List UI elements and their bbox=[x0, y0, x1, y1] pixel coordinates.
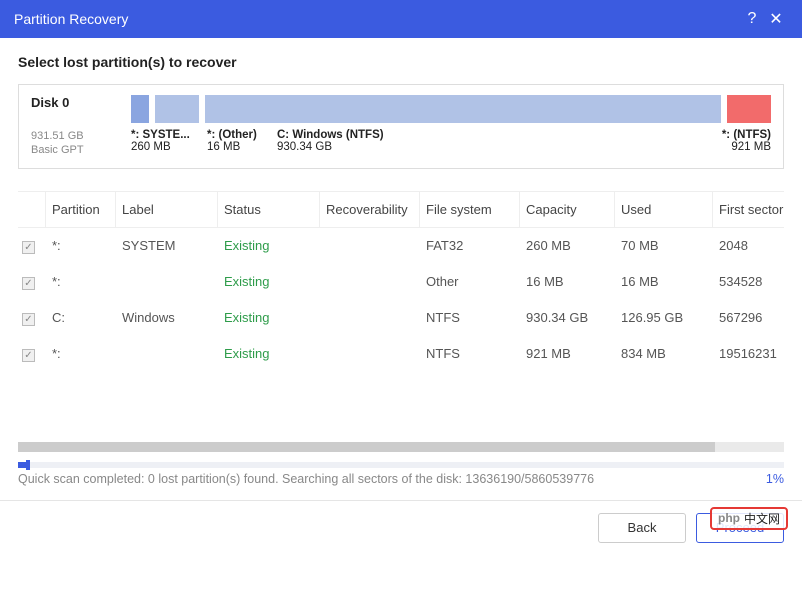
disk-card: Disk 0 931.51 GB Basic GPT *: SYSTE... 2… bbox=[18, 84, 784, 169]
row-checkbox[interactable]: ✓ bbox=[18, 274, 46, 290]
table-header: Partition Label Status Recoverability Fi… bbox=[18, 192, 784, 228]
col-partition[interactable]: Partition bbox=[46, 192, 116, 227]
col-first-sector[interactable]: First sector bbox=[713, 192, 784, 227]
progress-fill bbox=[18, 462, 26, 468]
watermark-logo: php bbox=[718, 511, 740, 525]
col-filesystem[interactable]: File system bbox=[420, 192, 520, 227]
cell-capacity: 16 MB bbox=[520, 274, 615, 289]
scrollbar-thumb[interactable] bbox=[18, 442, 715, 452]
progress-knob bbox=[26, 460, 30, 470]
disk-bar: Disk 0 bbox=[31, 95, 771, 123]
cell-filesystem: FAT32 bbox=[420, 238, 520, 253]
page-subtitle: Select lost partition(s) to recover bbox=[18, 54, 784, 70]
cell-label: Windows bbox=[116, 310, 218, 325]
watermark: php 中文网 bbox=[710, 507, 788, 530]
cell-first-sector: 2048 bbox=[713, 238, 784, 253]
col-recoverability[interactable]: Recoverability bbox=[320, 192, 420, 227]
col-checkbox bbox=[18, 192, 46, 227]
cell-filesystem: NTFS bbox=[420, 346, 520, 361]
cell-used: 126.95 GB bbox=[615, 310, 713, 325]
table-row[interactable]: ✓*: Existing NTFS921 MB834 MB19516231 bbox=[18, 336, 784, 372]
cell-capacity: 921 MB bbox=[520, 346, 615, 361]
content-area: Select lost partition(s) to recover Disk… bbox=[0, 38, 802, 486]
disk-info: Disk 0 bbox=[31, 95, 131, 123]
progress-bar bbox=[18, 462, 784, 468]
watermark-text: 中文网 bbox=[744, 510, 780, 527]
cell-status: Existing bbox=[218, 346, 320, 361]
table-row[interactable]: ✓*:SYSTEMExisting FAT32260 MB70 MB2048 bbox=[18, 228, 784, 264]
cell-filesystem: Other bbox=[420, 274, 520, 289]
col-label[interactable]: Label bbox=[116, 192, 218, 227]
segment-label: C: Windows (NTFS) 930.34 GB bbox=[277, 129, 709, 158]
cell-status: Existing bbox=[218, 310, 320, 325]
segment-label: *: (Other) 16 MB bbox=[207, 129, 271, 158]
disk-name: Disk 0 bbox=[31, 95, 131, 110]
table-row[interactable]: ✓*:ExistingOther16 MB16 MB534528 bbox=[18, 264, 784, 300]
status-line: Quick scan completed: 0 lost partition(s… bbox=[18, 472, 784, 486]
row-checkbox[interactable]: ✓ bbox=[18, 310, 46, 326]
horizontal-scrollbar[interactable] bbox=[18, 442, 784, 452]
disk-meta: 931.51 GB Basic GPT bbox=[31, 129, 131, 158]
cell-first-sector: 567296 bbox=[713, 310, 784, 325]
titlebar: Partition Recovery ? ✕ bbox=[0, 0, 802, 38]
cell-used: 834 MB bbox=[615, 346, 713, 361]
cell-capacity: 260 MB bbox=[520, 238, 615, 253]
status-percent: 1% bbox=[766, 472, 784, 486]
segment-label: *: (NTFS) 921 MB bbox=[715, 129, 771, 158]
cell-capacity: 930.34 GB bbox=[520, 310, 615, 325]
col-status[interactable]: Status bbox=[218, 192, 320, 227]
cell-partition: *: bbox=[46, 346, 116, 361]
cell-status: Existing bbox=[218, 274, 320, 289]
disk-segment[interactable] bbox=[155, 95, 199, 123]
cell-label: SYSTEM bbox=[116, 238, 218, 253]
cell-used: 70 MB bbox=[615, 238, 713, 253]
col-used[interactable]: Used bbox=[615, 192, 713, 227]
cell-status: Existing bbox=[218, 238, 320, 253]
table-row[interactable]: ✓C:WindowsExisting NTFS930.34 GB126.95 GB… bbox=[18, 300, 784, 336]
disk-segment[interactable] bbox=[727, 95, 771, 123]
cell-filesystem: NTFS bbox=[420, 310, 520, 325]
window-title: Partition Recovery bbox=[14, 11, 740, 27]
cell-used: 16 MB bbox=[615, 274, 713, 289]
cell-partition: *: bbox=[46, 274, 116, 289]
table-body: ✓*:SYSTEMExistingFAT32260 MB70 MB2048✓*:… bbox=[18, 228, 784, 372]
cell-first-sector: 534528 bbox=[713, 274, 784, 289]
disk-segments bbox=[131, 95, 771, 123]
status-text: Quick scan completed: 0 lost partition(s… bbox=[18, 472, 766, 486]
disk-segment[interactable] bbox=[131, 95, 149, 123]
col-capacity[interactable]: Capacity bbox=[520, 192, 615, 227]
back-button[interactable]: Back bbox=[598, 513, 686, 543]
cell-partition: C: bbox=[46, 310, 116, 325]
segment-label: *: SYSTE... 260 MB bbox=[131, 129, 201, 158]
disk-labels-row: 931.51 GB Basic GPT *: SYSTE... 260 MB *… bbox=[31, 129, 771, 158]
partition-table: Partition Label Status Recoverability Fi… bbox=[18, 191, 784, 372]
help-icon[interactable]: ? bbox=[740, 10, 764, 28]
progress-section: Quick scan completed: 0 lost partition(s… bbox=[18, 462, 784, 486]
disk-segment[interactable] bbox=[205, 95, 721, 123]
close-icon[interactable]: ✕ bbox=[764, 9, 788, 29]
cell-partition: *: bbox=[46, 238, 116, 253]
cell-first-sector: 19516231 bbox=[713, 346, 784, 361]
row-checkbox[interactable]: ✓ bbox=[18, 238, 46, 254]
footer: php 中文网 Back Proceed bbox=[0, 500, 802, 555]
row-checkbox[interactable]: ✓ bbox=[18, 346, 46, 362]
